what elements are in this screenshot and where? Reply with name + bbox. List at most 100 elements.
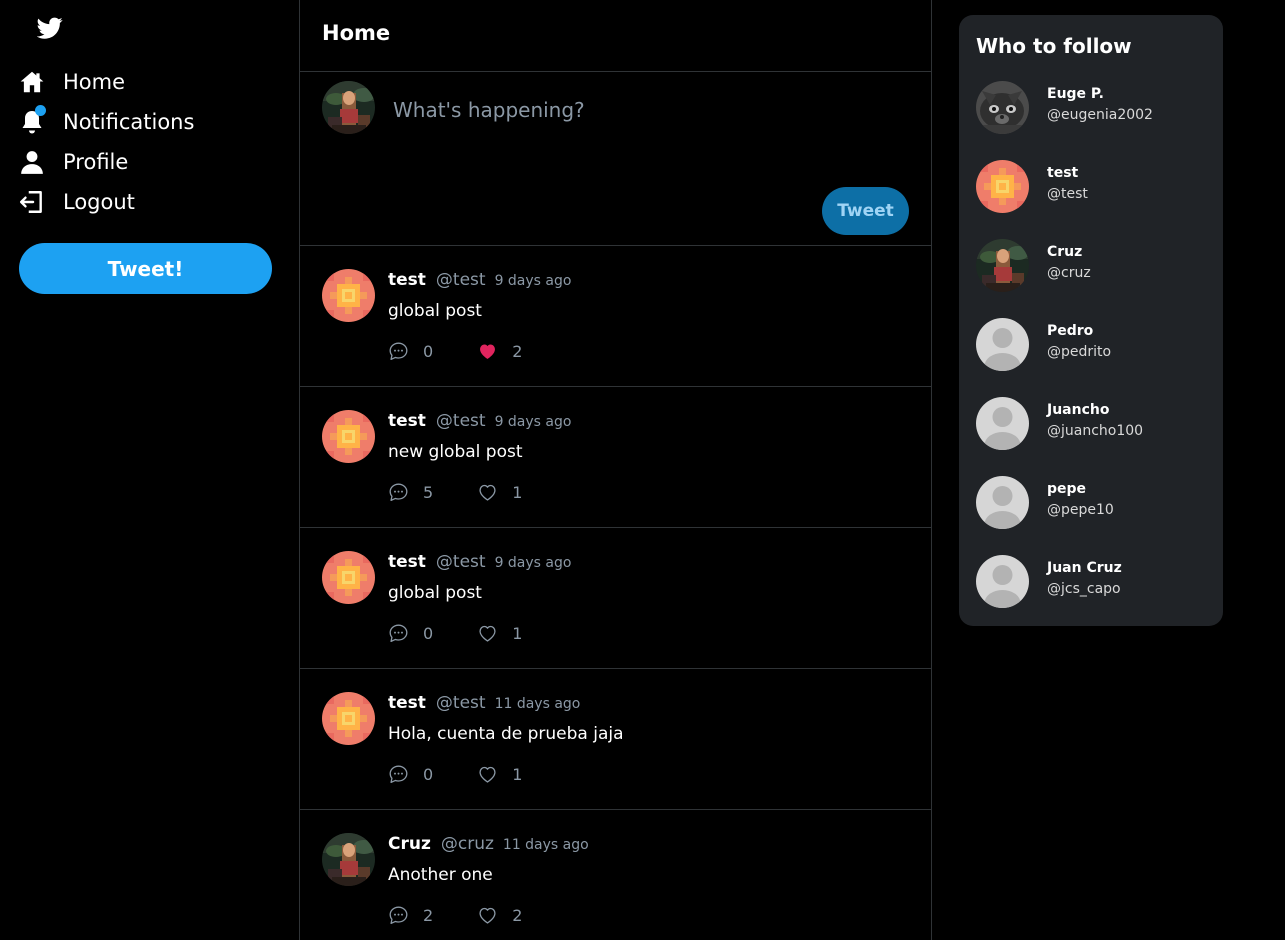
notification-badge bbox=[35, 105, 46, 116]
post-actions: 0 2 bbox=[388, 341, 566, 362]
comment-button[interactable]: 5 bbox=[388, 482, 433, 503]
post-timestamp: 11 days ago bbox=[494, 696, 581, 712]
tweet-input[interactable] bbox=[391, 94, 895, 126]
suggestion-handle: @eugenia2002 bbox=[1047, 107, 1153, 123]
follow-suggestion[interactable]: Pedro @pedrito bbox=[976, 318, 1153, 397]
main-nav: Home Notifications Profile Logout bbox=[19, 62, 194, 222]
tweet-submit-button[interactable]: Tweet bbox=[822, 187, 909, 235]
post-actions: 0 1 bbox=[388, 764, 566, 785]
comment-icon bbox=[388, 341, 409, 362]
post-timestamp: 9 days ago bbox=[494, 414, 572, 430]
avatar bbox=[976, 397, 1029, 450]
post-author-name[interactable]: test bbox=[388, 411, 426, 431]
home-icon bbox=[19, 69, 45, 95]
post-author-handle[interactable]: @test bbox=[436, 411, 486, 431]
post-author-name[interactable]: test bbox=[388, 552, 426, 572]
comment-count: 0 bbox=[423, 765, 434, 784]
page-title: Home bbox=[322, 20, 391, 45]
main-feed: Home Tweet test @test 9 days ago global … bbox=[299, 0, 932, 940]
post[interactable]: test @test 11 days ago Hola, cuenta de p… bbox=[300, 669, 931, 810]
like-button[interactable]: 2 bbox=[477, 905, 522, 926]
tweet-compose-button[interactable]: Tweet! bbox=[19, 243, 272, 294]
post-author-name[interactable]: Cruz bbox=[388, 834, 431, 854]
user-icon bbox=[19, 149, 45, 175]
post-header: test @test 9 days ago bbox=[388, 270, 571, 290]
comment-icon bbox=[388, 623, 409, 644]
post-author-handle[interactable]: @cruz bbox=[441, 834, 494, 854]
post-actions: 2 2 bbox=[388, 905, 566, 926]
heart-icon bbox=[477, 623, 498, 644]
post-timestamp: 9 days ago bbox=[494, 273, 572, 289]
like-button[interactable]: 2 bbox=[477, 341, 522, 362]
who-to-follow-panel: Who to follow Euge P. @eugenia2002 test … bbox=[959, 15, 1223, 626]
avatar[interactable] bbox=[322, 551, 375, 604]
comment-icon bbox=[388, 482, 409, 503]
comment-icon bbox=[388, 905, 409, 926]
like-button[interactable]: 1 bbox=[477, 623, 522, 644]
suggestion-name: Cruz bbox=[1047, 244, 1083, 260]
avatar[interactable] bbox=[322, 833, 375, 886]
post-timestamp: 11 days ago bbox=[502, 837, 589, 853]
twitter-logo-icon[interactable] bbox=[36, 15, 63, 41]
suggestion-handle: @jcs_capo bbox=[1047, 581, 1121, 597]
post-actions: 5 1 bbox=[388, 482, 566, 503]
post-text: Another one bbox=[388, 865, 493, 885]
comment-count: 2 bbox=[423, 906, 434, 925]
nav-item-home[interactable]: Home bbox=[19, 62, 194, 102]
nav-item-logout[interactable]: Logout bbox=[19, 182, 194, 222]
avatar[interactable] bbox=[322, 269, 375, 322]
follow-suggestion[interactable]: Juancho @juancho100 bbox=[976, 397, 1153, 476]
comment-button[interactable]: 0 bbox=[388, 764, 433, 785]
suggestion-handle: @pepe10 bbox=[1047, 502, 1114, 518]
follow-suggestion[interactable]: Juan Cruz @jcs_capo bbox=[976, 555, 1153, 634]
post-header: test @test 9 days ago bbox=[388, 411, 571, 431]
follow-suggestion[interactable]: Cruz @cruz bbox=[976, 239, 1153, 318]
post-author-handle[interactable]: @test bbox=[436, 552, 486, 572]
follow-suggestion[interactable]: Euge P. @eugenia2002 bbox=[976, 81, 1153, 160]
post-list: test @test 9 days ago global post 0 2 te… bbox=[300, 246, 931, 940]
nav-item-notifications[interactable]: Notifications bbox=[19, 102, 194, 142]
like-count: 2 bbox=[512, 906, 523, 925]
avatar bbox=[322, 81, 375, 134]
nav-label-home: Home bbox=[63, 69, 126, 94]
sidebar: Home Notifications Profile Logout Tweet! bbox=[0, 0, 299, 940]
heart-icon bbox=[477, 905, 498, 926]
post[interactable]: test @test 9 days ago new global post 5 … bbox=[300, 387, 931, 528]
comment-count: 0 bbox=[423, 342, 434, 361]
post[interactable]: Cruz @cruz 11 days ago Another one 2 2 bbox=[300, 810, 931, 940]
suggestion-name: test bbox=[1047, 165, 1079, 181]
suggestion-name: pepe bbox=[1047, 481, 1087, 497]
who-to-follow-title: Who to follow bbox=[976, 34, 1132, 58]
follow-suggestion[interactable]: pepe @pepe10 bbox=[976, 476, 1153, 555]
post-header: test @test 9 days ago bbox=[388, 552, 571, 572]
comment-button[interactable]: 0 bbox=[388, 623, 433, 644]
post-author-name[interactable]: test bbox=[388, 270, 426, 290]
comment-button[interactable]: 0 bbox=[388, 341, 433, 362]
heart-filled-icon bbox=[477, 341, 498, 362]
bell-icon bbox=[19, 105, 46, 135]
post[interactable]: test @test 9 days ago global post 0 1 bbox=[300, 528, 931, 669]
suggestion-name: Euge P. bbox=[1047, 86, 1104, 102]
post[interactable]: test @test 9 days ago global post 0 2 bbox=[300, 246, 931, 387]
comment-button[interactable]: 2 bbox=[388, 905, 433, 926]
like-button[interactable]: 1 bbox=[477, 482, 522, 503]
post-author-handle[interactable]: @test bbox=[436, 270, 486, 290]
post-timestamp: 9 days ago bbox=[494, 555, 572, 571]
follow-suggestion[interactable]: test @test bbox=[976, 160, 1153, 239]
avatar bbox=[976, 81, 1029, 134]
like-button[interactable]: 1 bbox=[477, 764, 522, 785]
post-text: global post bbox=[388, 301, 482, 321]
post-header: test @test 11 days ago bbox=[388, 693, 580, 713]
avatar[interactable] bbox=[322, 410, 375, 463]
nav-item-profile[interactable]: Profile bbox=[19, 142, 194, 182]
avatar[interactable] bbox=[322, 692, 375, 745]
suggestion-name: Juancho bbox=[1047, 402, 1110, 418]
nav-label-logout: Logout bbox=[63, 189, 135, 214]
heart-icon bbox=[477, 482, 498, 503]
avatar bbox=[976, 318, 1029, 371]
suggestion-name: Juan Cruz bbox=[1047, 560, 1122, 576]
like-count: 1 bbox=[512, 624, 523, 643]
post-author-name[interactable]: test bbox=[388, 693, 426, 713]
tweet-composer: Tweet bbox=[300, 72, 931, 246]
post-author-handle[interactable]: @test bbox=[436, 693, 486, 713]
